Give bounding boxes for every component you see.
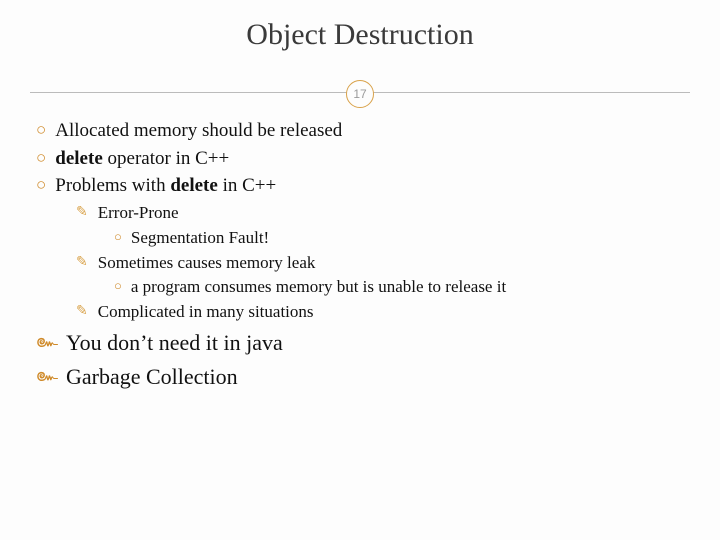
page-number-badge: 17 bbox=[346, 80, 374, 108]
bullet-text: Problems with delete in C++ bbox=[55, 173, 276, 199]
circle-icon: ○ bbox=[114, 228, 122, 252]
slide-title: Object Destruction bbox=[0, 0, 720, 62]
plain-text: operator in C++ bbox=[103, 148, 229, 169]
bullet-level2: ✎ Error-Prone bbox=[76, 201, 690, 225]
bullet-level2: ✎ Complicated in many situations bbox=[76, 300, 690, 324]
bullet-text: Complicated in many situations bbox=[98, 300, 314, 324]
bullet-level1-alt: ๛ You don’t need it in java bbox=[36, 328, 690, 358]
circle-icon: ○ bbox=[36, 147, 46, 173]
check-icon: ✎ bbox=[76, 302, 88, 326]
bullet-text: delete operator in C++ bbox=[55, 146, 229, 172]
bullet-text: Allocated memory should be released bbox=[55, 118, 342, 144]
bullet-level1-alt: ๛ Garbage Collection bbox=[36, 362, 690, 392]
bullet-text: Error-Prone bbox=[98, 201, 179, 225]
bold-text: delete bbox=[55, 148, 102, 169]
swirl-icon: ๛ bbox=[36, 329, 58, 359]
check-icon: ✎ bbox=[76, 203, 88, 227]
bullet-level3: ○ Segmentation Fault! bbox=[114, 226, 690, 250]
bullet-level3: ○ a program consumes memory but is unabl… bbox=[114, 275, 690, 299]
circle-icon: ○ bbox=[114, 277, 122, 301]
bold-text: delete bbox=[170, 175, 217, 196]
circle-icon: ○ bbox=[36, 119, 46, 145]
bullet-text: a program consumes memory but is unable … bbox=[131, 275, 506, 299]
circle-icon: ○ bbox=[36, 174, 46, 200]
check-icon: ✎ bbox=[76, 253, 88, 277]
slide: Object Destruction 17 ○ Allocated memory… bbox=[0, 0, 720, 540]
swirl-icon: ๛ bbox=[36, 363, 58, 393]
plain-text: Problems with bbox=[55, 175, 170, 196]
plain-text: in C++ bbox=[218, 175, 276, 196]
bullet-level1: ○ Problems with delete in C++ bbox=[36, 173, 690, 199]
bullet-level1: ○ delete operator in C++ bbox=[36, 146, 690, 172]
bullet-level1: ○ Allocated memory should be released bbox=[36, 118, 690, 144]
bullet-level2: ✎ Sometimes causes memory leak bbox=[76, 251, 690, 275]
bullet-text: Segmentation Fault! bbox=[131, 226, 269, 250]
bullet-text: Sometimes causes memory leak bbox=[98, 251, 316, 275]
content-area: ○ Allocated memory should be released ○ … bbox=[36, 118, 690, 393]
bullet-text: Garbage Collection bbox=[66, 362, 238, 392]
bullet-text: You don’t need it in java bbox=[66, 328, 283, 358]
